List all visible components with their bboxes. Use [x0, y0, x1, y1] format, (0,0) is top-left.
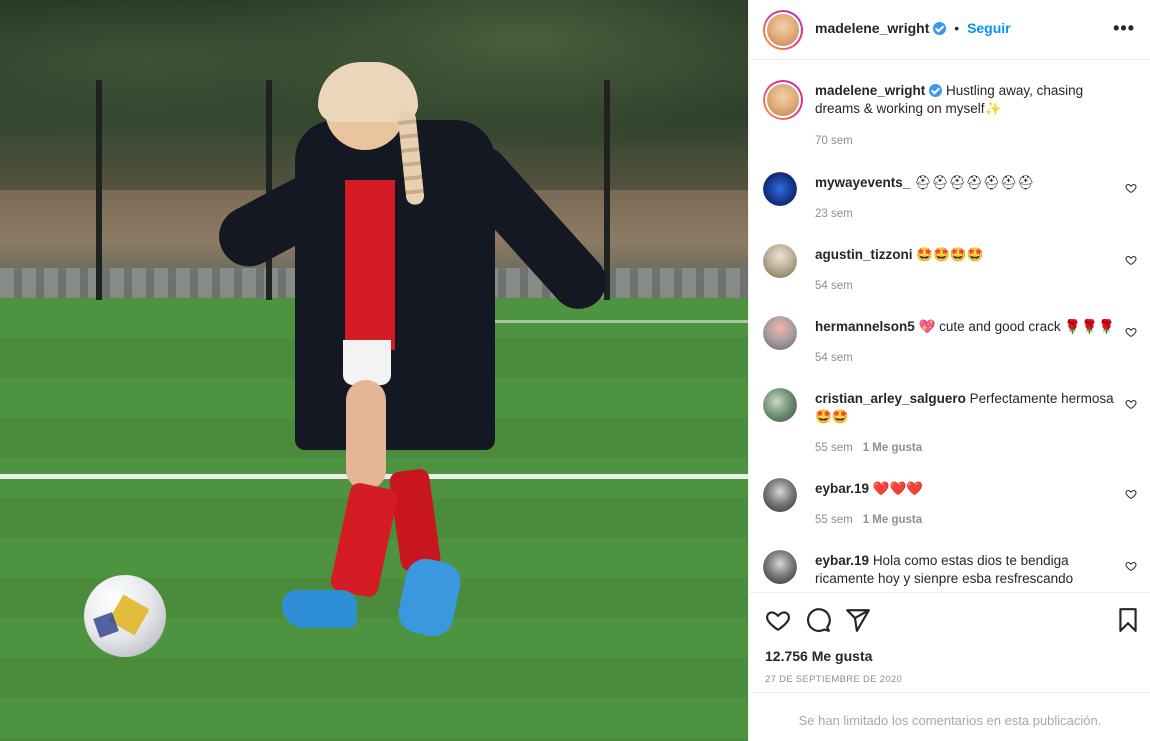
comments-limited-notice: Se han limitado los comentarios en esta …: [749, 692, 1150, 741]
comment-time[interactable]: 23 sem: [815, 208, 853, 220]
photo-figure-coat: [295, 120, 495, 450]
author-username[interactable]: madelene_wright: [815, 20, 929, 36]
comment-like-heart-icon[interactable]: [1125, 488, 1137, 500]
comment-body: mywayevents_ ⛑⛑⛑⛑⛑⛑⛑: [815, 174, 1115, 192]
comment-body: eybar.19 ❤️❤️❤️: [815, 480, 1115, 498]
comments-list[interactable]: madelene_wright Hustling away, chasing d…: [749, 60, 1150, 592]
comment-meta: 54 sem: [815, 280, 853, 292]
bookmark-icon[interactable]: [1115, 607, 1141, 633]
comment-time[interactable]: 55 sem: [815, 514, 853, 526]
comment-like-heart-icon[interactable]: [1125, 254, 1137, 266]
comment-text: 🤩🤩🤩🤩: [916, 247, 984, 262]
comment-meta: 54 sem: [815, 352, 853, 364]
verified-badge-icon: [933, 22, 947, 35]
photo-figure-shorts: [343, 340, 391, 385]
follow-button[interactable]: Seguir: [967, 20, 1011, 36]
caption-username[interactable]: madelene_wright: [815, 83, 925, 98]
comment-like-heart-icon[interactable]: [1125, 560, 1137, 572]
author-avatar[interactable]: [763, 10, 803, 50]
paper-plane-icon[interactable]: [845, 607, 871, 633]
comment-like-count[interactable]: 1 Me gusta: [863, 442, 922, 454]
comment-meta: 23 sem: [815, 208, 853, 220]
post-author: madelene_wright • Seguir: [815, 20, 1011, 36]
comment-time[interactable]: 55 sem: [815, 442, 853, 454]
comment-text: ⛑⛑⛑⛑⛑⛑⛑: [914, 175, 1035, 190]
comment-body: eybar.19 Hola como estas dios te bendiga…: [815, 552, 1115, 588]
comment-icon[interactable]: [805, 607, 831, 633]
commenter-avatar[interactable]: [763, 316, 797, 350]
post-date[interactable]: 27 DE SEPTIEMBRE DE 2020: [765, 674, 902, 685]
comment-body: cristian_arley_salguero Perfectamente he…: [815, 390, 1115, 426]
commenter-avatar[interactable]: [763, 550, 797, 584]
photo-figure-shirt: [345, 180, 395, 350]
photo-fence-post: [96, 80, 102, 300]
comment-meta: 55 sem 1 Me gusta: [815, 514, 922, 526]
comment-username[interactable]: mywayevents_: [815, 175, 910, 190]
more-options-icon[interactable]: •••: [1113, 18, 1135, 39]
photo-football: [84, 575, 166, 657]
commenter-avatar[interactable]: [763, 244, 797, 278]
post-photo[interactable]: [0, 0, 748, 741]
comment-text: 💖 cute and good crack 🌹🌹🌹: [918, 319, 1115, 334]
commenter-avatar[interactable]: [763, 172, 797, 206]
commenter-avatar[interactable]: [763, 388, 797, 422]
comment-like-heart-icon[interactable]: [1125, 182, 1137, 194]
caption-body: madelene_wright Hustling away, chasing d…: [815, 82, 1115, 118]
photo-fence-post: [604, 80, 610, 300]
photo-figure-boot: [282, 590, 357, 628]
comment-meta: 55 sem 1 Me gusta: [815, 442, 922, 454]
commenter-avatar[interactable]: [763, 478, 797, 512]
comment-username[interactable]: eybar.19: [815, 481, 869, 496]
verified-badge-icon: [929, 84, 943, 97]
author-avatar[interactable]: [763, 80, 803, 120]
caption-time[interactable]: 70 sem: [815, 135, 853, 147]
likes-count[interactable]: 12.756 Me gusta: [765, 648, 872, 664]
comment-body: hermannelson5 💖 cute and good crack 🌹🌹🌹: [815, 318, 1115, 336]
photo-pitch-line-far: [480, 320, 748, 323]
comment-time[interactable]: 54 sem: [815, 280, 853, 292]
comment-text: ❤️❤️❤️: [872, 481, 924, 496]
comment-username[interactable]: hermannelson5: [815, 319, 915, 334]
post-header: madelene_wright • Seguir •••: [749, 0, 1150, 60]
comment-username[interactable]: agustin_tizzoni: [815, 247, 913, 262]
comment-time[interactable]: 54 sem: [815, 352, 853, 364]
photo-figure-leg: [346, 380, 386, 490]
comment-username[interactable]: cristian_arley_salguero: [815, 391, 966, 406]
comment-like-heart-icon[interactable]: [1125, 326, 1137, 338]
heart-icon[interactable]: [765, 607, 791, 633]
comment-like-heart-icon[interactable]: [1125, 398, 1137, 410]
comment-username[interactable]: eybar.19: [815, 553, 869, 568]
post-actions-bar: [749, 592, 1150, 642]
post-side-panel: madelene_wright • Seguir ••• madelene_wr…: [748, 0, 1150, 741]
separator-dot: •: [954, 20, 960, 36]
comment-like-count[interactable]: 1 Me gusta: [863, 514, 922, 526]
comment-body: agustin_tizzoni 🤩🤩🤩🤩: [815, 246, 1115, 264]
